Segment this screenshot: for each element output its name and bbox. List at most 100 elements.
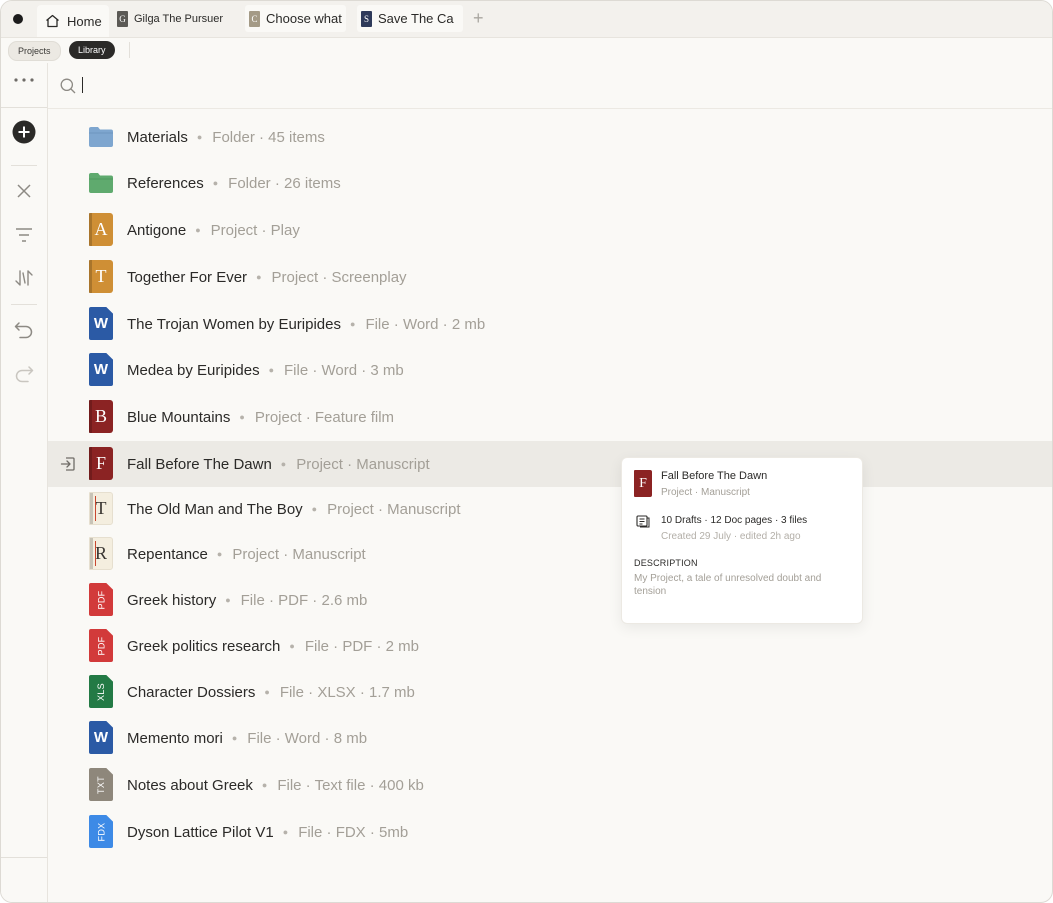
item-meta: Project · Manuscript [296, 455, 430, 473]
item-meta: Project · Play [210, 221, 300, 239]
list-item-selected[interactable]: F Fall Before The Dawn ● Project · Manuscr… [48, 441, 1052, 487]
sort-button[interactable] [1, 269, 47, 287]
item-meta: Folder · 26 items [228, 174, 341, 192]
sub-navigation: Projects Library [1, 38, 1052, 63]
tab-home[interactable]: Home [37, 5, 109, 37]
separator-dot: ● [264, 686, 270, 697]
separator-dot: ● [282, 826, 289, 837]
item-name: Together For Ever [127, 268, 248, 286]
list-item[interactable]: PDF Greek history ● File · PDF · 2.6 mb [48, 577, 1052, 623]
file-type-label: PDF [96, 636, 106, 655]
description-text: My Project, a tale of unresolved doubt a… [634, 573, 822, 597]
text-caret [82, 77, 83, 93]
item-name: Repentance [127, 545, 208, 563]
file-type-label: FDX [96, 822, 106, 841]
list-item[interactable]: Materials ● Folder · 45 items [48, 114, 1052, 160]
list-item[interactable]: XLS Character Dossiers ● File · XLSX · 1.7… [48, 669, 1052, 715]
word-file-icon: W [89, 721, 113, 754]
add-button[interactable] [1, 120, 47, 144]
project-icon: C [249, 10, 260, 27]
item-meta: File · Word · 3 mb [284, 361, 404, 379]
separator-dot: ● [216, 548, 223, 559]
text-file-icon: TXT [89, 768, 113, 801]
item-meta: Project · Screenplay [271, 268, 407, 286]
window-menu-button[interactable] [13, 14, 23, 24]
tab-save-the-cat[interactable]: S Save The Ca [357, 5, 463, 32]
item-meta: File · XLSX · 1.7 mb [279, 683, 415, 701]
more-options-button[interactable] [1, 77, 47, 83]
redo-button[interactable] [1, 365, 47, 383]
more-icon [14, 78, 34, 82]
book-icon: T [89, 260, 113, 293]
list-item[interactable]: References ● Folder · 26 items [48, 160, 1052, 206]
divider [1, 857, 47, 858]
file-type-label: TXT [96, 775, 106, 794]
separator-dot: ● [280, 458, 287, 469]
list-item[interactable]: W Medea by Euripides ● File · Word · 3 mb [48, 347, 1052, 393]
item-preview-popup: F Fall Before The Dawn Project · Manuscr… [621, 457, 863, 624]
separator-dot: ● [225, 594, 231, 605]
item-name: Antigone [127, 221, 187, 239]
search-bar [48, 63, 1052, 109]
folder-icon [89, 127, 113, 147]
item-meta: Project · Manuscript [232, 545, 366, 563]
list-item[interactable]: W The Trojan Women by Euripides ● File · W… [48, 301, 1052, 347]
file-type-label: W [93, 315, 109, 332]
separator-dot: ● [268, 364, 275, 375]
tab-label: Gilga The Pursuer [134, 12, 224, 25]
separator-dot: ● [289, 640, 295, 651]
library-pill[interactable]: Library [69, 41, 115, 59]
list-item[interactable]: A Antigone ● Project · Play [48, 207, 1052, 253]
project-icon: G [117, 10, 128, 27]
list-item[interactable]: W Memento mori ● File · Word · 8 mb [48, 715, 1052, 761]
item-meta: File · Word · 8 mb [247, 729, 368, 747]
item-name: Blue Mountains [127, 408, 231, 426]
filter-button[interactable] [1, 227, 47, 243]
list-item[interactable]: B Blue Mountains ● Project · Feature film [48, 394, 1052, 440]
projects-pill[interactable]: Projects [8, 41, 61, 61]
new-tab-button[interactable]: + [473, 9, 484, 27]
item-name: Medea by Euripides [127, 361, 260, 379]
popup-title: Fall Before The Dawn [661, 470, 768, 482]
file-type-label: XLS [95, 682, 106, 701]
undo-button[interactable] [1, 321, 47, 339]
book-icon: F [634, 470, 652, 497]
close-icon [17, 184, 31, 198]
popup-subtitle: Project · Manuscript [661, 487, 750, 498]
item-meta: Project · Manuscript [327, 500, 461, 518]
search-input[interactable] [82, 75, 786, 99]
file-type-label: W [93, 361, 109, 378]
manuscript-icon: R [89, 537, 113, 570]
list-item[interactable]: R Repentance ● Project · Manuscript [48, 531, 1052, 577]
list-item[interactable]: T The Old Man and The Boy ● Project · Manu… [48, 486, 1052, 532]
separator-dot: ● [261, 779, 268, 790]
pdf-file-icon: PDF [89, 629, 113, 662]
list-item[interactable]: FDX Dyson Lattice Pilot V1 ● File · FDX · … [48, 809, 1052, 855]
separator-dot: ● [311, 503, 318, 514]
item-meta: File · PDF · 2 mb [304, 637, 420, 655]
item-name: The Trojan Women by Euripides [127, 315, 341, 333]
item-name: Greek history [127, 591, 217, 609]
tab-choose-what[interactable]: C Choose what [245, 5, 346, 32]
close-button[interactable] [1, 183, 47, 199]
list-item[interactable]: T Together For Ever ● Project · Screenplay [48, 254, 1052, 300]
separator-dot: ● [350, 318, 356, 329]
item-name: Memento mori [127, 729, 223, 747]
list-item[interactable]: PDF Greek politics research ● File · PDF ·… [48, 623, 1052, 669]
tab-label: Choose what [266, 11, 342, 26]
open-icon[interactable] [60, 456, 76, 472]
item-meta: File · Word · 2 mb [365, 315, 486, 333]
app-window: Home G Gilga The Pursuer C Choose what S… [0, 0, 1053, 903]
item-meta: File · PDF · 2.6 mb [240, 591, 368, 609]
home-icon [46, 14, 59, 28]
divider [11, 304, 37, 305]
tab-gilga[interactable]: G Gilga The Pursuer [117, 5, 237, 32]
folder-icon [89, 173, 113, 193]
popup-dates: Created 29 July · edited 2h ago [661, 531, 801, 542]
separator-dot: ● [256, 271, 262, 282]
divider [1, 107, 47, 108]
manuscript-icon: T [89, 492, 113, 525]
item-name: Character Dossiers [127, 683, 256, 701]
item-name: Notes about Greek [127, 776, 253, 794]
list-item[interactable]: TXT Notes about Greek ● File · Text file ·… [48, 762, 1052, 808]
